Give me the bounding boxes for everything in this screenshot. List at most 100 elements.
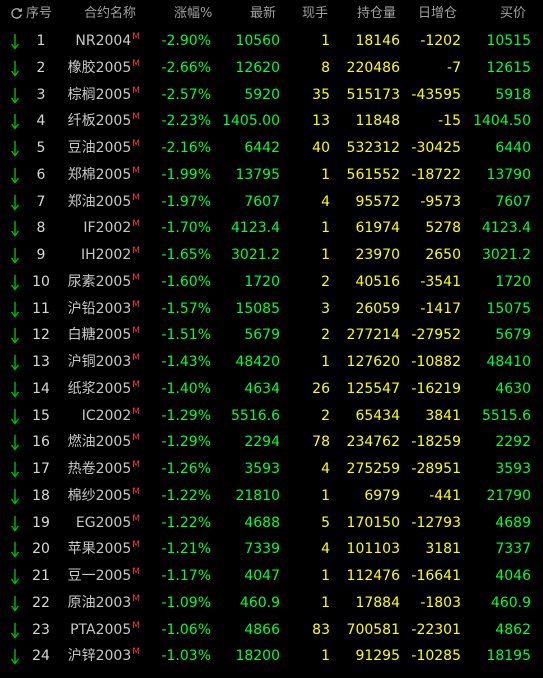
header-change-pct[interactable]: 涨幅% (174, 0, 212, 28)
volume: 1 (321, 487, 330, 504)
table-row[interactable]: 21 豆一2005M -1.17% 4047 1 112476 -16641 4046 (0, 563, 543, 590)
table-row[interactable]: 1 NR2004M -2.90% 10560 1 18146 -1202 10515 (0, 28, 543, 55)
last-price: 3593 (244, 461, 280, 477)
table-row[interactable]: 2 橡胶2005M -2.66% 12620 8 220486 -7 12615 (0, 55, 543, 82)
table-row[interactable]: 15 IC2002M -1.29% 5516.6 2 65434 3841 5515.6 (0, 403, 543, 430)
oi-change: -27952 (411, 327, 461, 344)
last-price: 5920 (244, 86, 280, 103)
open-interest: 234762 (346, 434, 400, 451)
oi-change: 2650 (425, 247, 461, 263)
oi-change: -10285 (411, 648, 461, 665)
table-row[interactable]: 8 IF2002M -1.70% 4123.4 1 61974 5278 4123.4 (0, 215, 543, 242)
main-contract-marker: M (132, 460, 140, 470)
down-arrow-icon (10, 488, 20, 505)
contract-name: EG2005M (60, 510, 140, 537)
contract-name: 郑棉2005M (60, 162, 140, 189)
down-arrow-icon (10, 248, 20, 264)
change-pct: -1.57% (161, 300, 211, 317)
main-contract-marker: M (132, 647, 140, 658)
contract-name: 橡胶2005M (60, 55, 140, 82)
oi-change: -18722 (411, 166, 461, 183)
open-interest: 277214 (346, 327, 400, 344)
last-price: 2294 (244, 434, 280, 451)
contract-name-text: 原油2003 (67, 594, 132, 611)
table-row[interactable]: 16 燃油2005M -1.29% 2294 78 234762 -18259 2292 (0, 429, 543, 456)
open-interest: 220486 (346, 59, 400, 76)
table-row[interactable]: 22 原油2003M -1.09% 460.9 1 17884 -1803 460.9 (0, 590, 543, 617)
table-row[interactable]: 19 EG2005M -1.22% 4688 5 170150 -12793 4689 (0, 510, 543, 537)
table-row[interactable]: 13 沪铜2003M -1.43% 48420 1 127620 -10882 48410 (0, 349, 543, 376)
table-row[interactable]: 10 尿素2005M -1.60% 1720 2 40516 -3541 1720 (0, 269, 543, 296)
contract-name-text: 橡胶2005 (67, 59, 132, 76)
open-interest: 95572 (355, 193, 400, 210)
change-pct: -1.99% (161, 166, 211, 183)
open-interest: 26059 (355, 300, 400, 317)
header-open-interest[interactable]: 持仓量 (357, 0, 396, 28)
contract-name-text: NR2004 (75, 33, 132, 49)
contract-name: 沪铅2003M (60, 296, 140, 323)
change-pct: -1.40% (161, 380, 211, 397)
main-contract-marker: M (132, 299, 140, 310)
header-volume[interactable]: 现手 (302, 0, 328, 28)
contract-name: 豆油2005M (60, 135, 140, 162)
main-contract-marker: M (132, 379, 140, 390)
table-row[interactable]: 18 棉纱2005M -1.22% 21810 1 6979 -441 21790 (0, 483, 543, 510)
last-price: 4047 (244, 568, 280, 584)
row-index: 20 (32, 541, 50, 558)
contract-name: 原油2003M (60, 590, 140, 617)
down-arrow-icon (10, 274, 20, 291)
change-pct: -1.26% (161, 461, 211, 477)
main-contract-marker: M (132, 219, 140, 230)
down-arrow-icon (10, 408, 20, 425)
open-interest: 17884 (355, 594, 400, 611)
volume: 1 (321, 166, 330, 183)
table-row[interactable]: 20 苹果2005M -1.21% 7339 4 101103 3181 7337 (0, 536, 543, 563)
oi-change: -16641 (411, 568, 461, 584)
table-row[interactable]: 9 IH2002M -1.65% 3021.2 1 23970 2650 3021.2 (0, 242, 543, 269)
bid-price: 10515 (486, 33, 531, 49)
table-row[interactable]: 5 豆油2005M -2.16% 6442 40 532312 -30425 6440 (0, 135, 543, 162)
volume: 40 (312, 140, 330, 156)
row-index: 23 (32, 621, 50, 638)
row-index: 19 (32, 514, 50, 531)
table-row[interactable]: 24 沪锌2003M -1.03% 18200 1 91295 -10285 18195 (0, 643, 543, 670)
table-row[interactable]: 7 郑油2005M -1.97% 7607 4 95572 -9573 7607 (0, 189, 543, 216)
header-seq[interactable]: 序号 (26, 0, 52, 28)
header-last[interactable]: 最新 (250, 0, 276, 28)
header-name[interactable]: 合约名称 (84, 0, 136, 28)
contract-name-text: 纤板2005 (67, 113, 132, 130)
table-row[interactable]: 3 棕榈2005M -2.57% 5920 35 515173 -43595 5918 (0, 82, 543, 109)
last-price: 5516.6 (231, 407, 280, 424)
header-bid[interactable]: 买价 (500, 0, 526, 28)
volume: 1 (321, 220, 330, 237)
table-row[interactable]: 11 沪铅2003M -1.57% 15085 3 26059 -1417 15075 (0, 296, 543, 323)
table-row[interactable]: 6 郑棉2005M -1.99% 13795 1 561552 -18722 13790 (0, 162, 543, 189)
oi-change: -1417 (420, 300, 461, 317)
open-interest: 561552 (346, 166, 400, 183)
table-row[interactable]: 4 纤板2005M -2.23% 1405.00 13 11848 -15 1404.50 (0, 108, 543, 135)
volume: 8 (321, 59, 330, 76)
table-row[interactable]: 14 纸浆2005M -1.40% 4634 26 125547 -16219 4630 (0, 376, 543, 403)
down-arrow-icon (10, 87, 20, 104)
last-price: 7607 (244, 193, 280, 210)
header-oi-change[interactable]: 日增仓 (418, 0, 457, 28)
row-index: 1 (36, 33, 46, 49)
table-row[interactable]: 23 PTA2005M -1.06% 4866 83 700581 -22301 4862 (0, 617, 543, 644)
oi-change: -10882 (411, 354, 461, 370)
down-arrow-icon (10, 301, 20, 318)
table-row[interactable]: 12 白糖2005M -1.51% 5679 2 277214 -27952 5679 (0, 322, 543, 349)
bid-price: 6440 (495, 140, 531, 156)
main-contract-marker: M (132, 353, 140, 363)
row-index: 13 (32, 354, 50, 370)
table-header: 序号 合约名称 涨幅% 最新 现手 持仓量 日增仓 买价 (0, 0, 543, 28)
contract-name-text: 沪铅2003 (67, 300, 132, 317)
change-pct: -1.60% (161, 273, 211, 290)
oi-change: -18259 (411, 434, 461, 451)
table-row[interactable]: 17 热卷2005M -1.26% 3593 4 275259 -28951 3593 (0, 456, 543, 483)
oi-change: -43595 (411, 86, 461, 103)
bid-price: 7607 (495, 193, 531, 210)
main-contract-marker: M (132, 406, 140, 417)
refresh-icon[interactable] (10, 7, 23, 20)
oi-change: -22301 (411, 621, 461, 638)
contract-name: 棕榈2005M (60, 82, 140, 109)
